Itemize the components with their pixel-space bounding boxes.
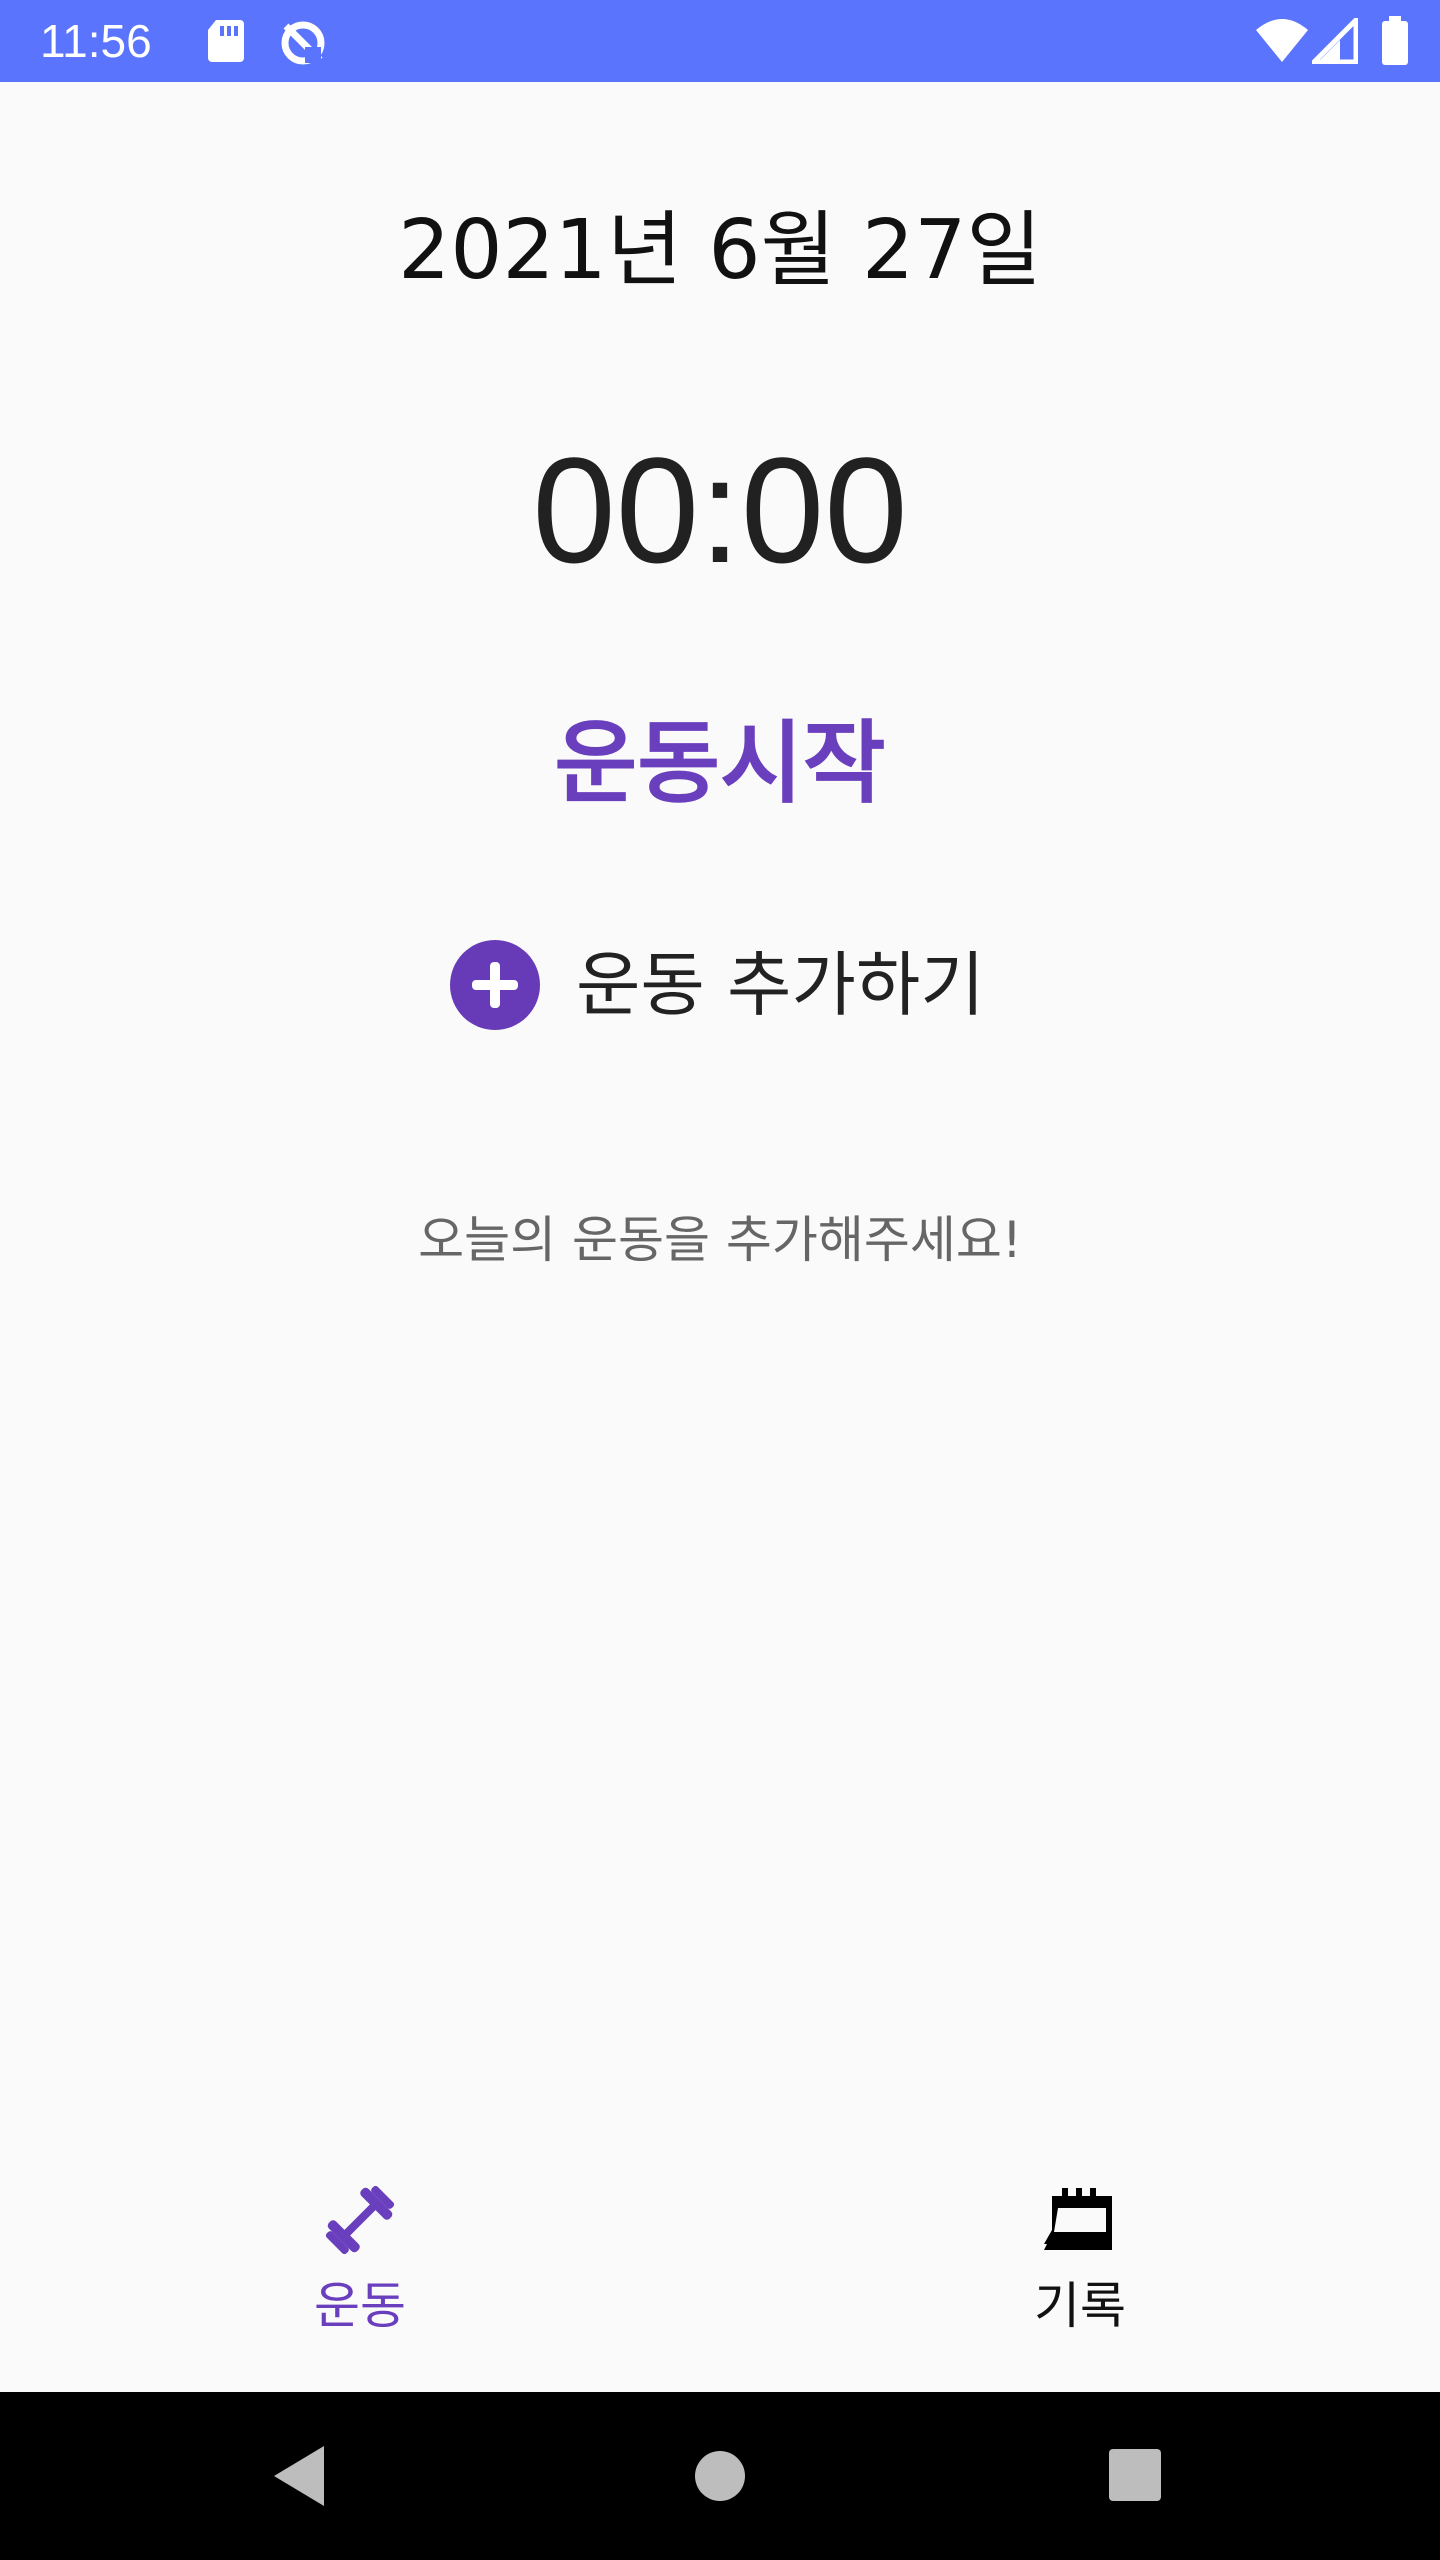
system-navigation-bar xyxy=(0,2392,1440,2560)
home-icon[interactable] xyxy=(694,2450,746,2502)
nav-item-exercise[interactable]: 운동 xyxy=(210,2180,510,2360)
nav-item-records[interactable]: 기록 xyxy=(930,2180,1230,2360)
start-workout-button[interactable]: 운동시작 xyxy=(470,690,970,820)
wifi-icon xyxy=(1256,19,1308,62)
sd-card-icon xyxy=(208,20,244,62)
date-title: 2021년 6월 27일 xyxy=(398,203,1042,298)
workout-timer: 00:00 xyxy=(532,426,908,594)
empty-state-message: 오늘의 운동을 추가해주세요! xyxy=(418,1211,1022,1269)
add-exercise-button[interactable]: 운동 추가하기 xyxy=(450,930,1010,1040)
cell-signal-icon xyxy=(1312,18,1358,64)
back-icon[interactable] xyxy=(270,2442,330,2510)
battery-icon xyxy=(1382,16,1408,65)
notebook-icon xyxy=(1044,2188,1112,2250)
add-exercise-label: 운동 추가하기 xyxy=(576,944,985,1026)
nav-label-records: 기록 xyxy=(1034,2277,1126,2335)
status-bar: 11:56 xyxy=(0,0,1440,82)
dumbbell-icon xyxy=(325,2185,395,2255)
nav-label-exercise: 운동 xyxy=(314,2277,406,2335)
status-time: 11:56 xyxy=(40,15,152,67)
app-screen: 11:56 2021년 6월 27일 00:00 운동시작 운동 추가하기 오늘… xyxy=(0,0,1440,2560)
add-circle-icon[interactable] xyxy=(450,940,540,1030)
sync-off-icon xyxy=(281,21,325,65)
bottom-navigation: 운동 기록 xyxy=(0,2150,1440,2390)
recents-icon[interactable] xyxy=(1108,2448,1162,2502)
